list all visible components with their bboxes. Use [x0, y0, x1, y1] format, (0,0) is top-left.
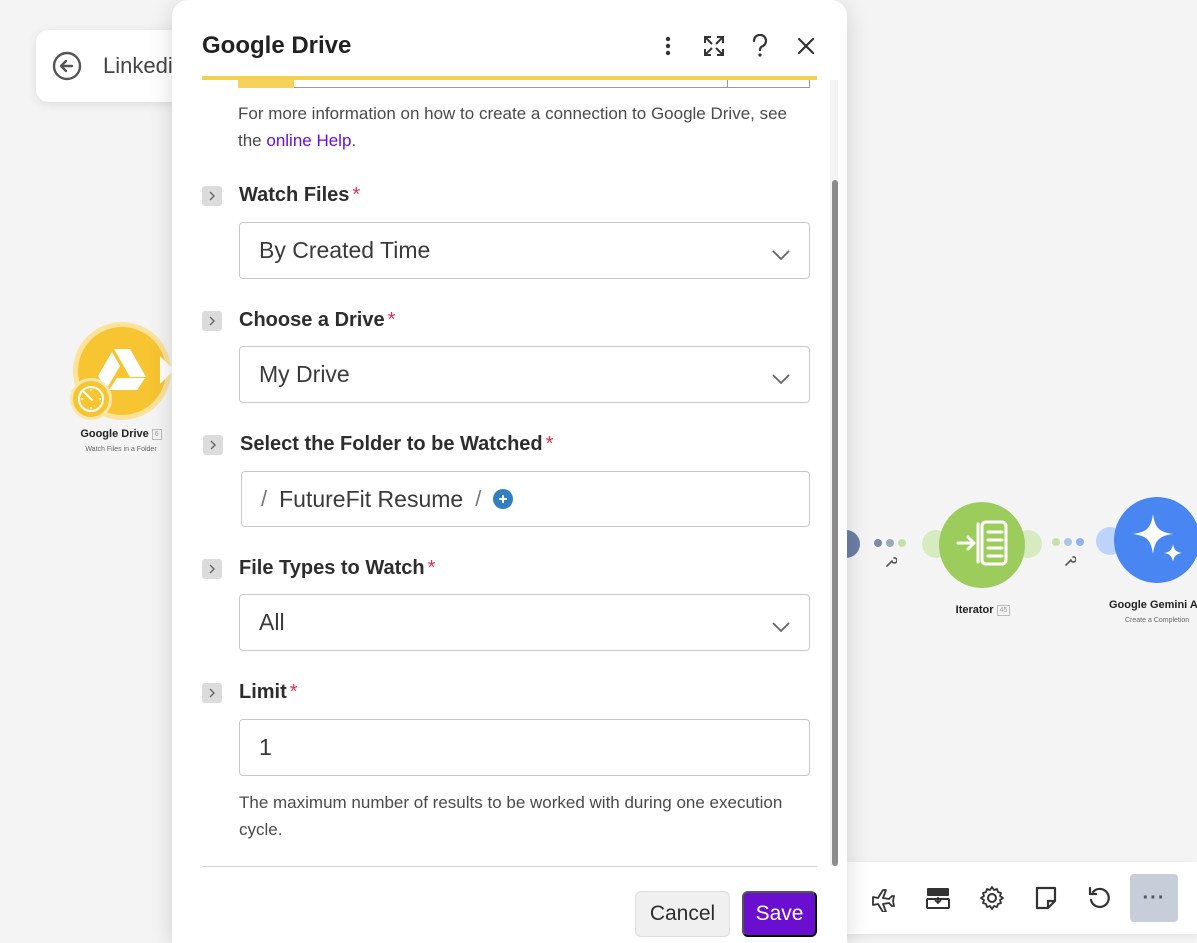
trigger-clock-icon[interactable] [70, 378, 112, 420]
folder-path-segment[interactable]: FutureFit Resume [279, 486, 463, 513]
drive-select[interactable]: My Drive [239, 346, 810, 403]
expand-icon[interactable] [701, 32, 727, 60]
sparkle-icon [1129, 510, 1185, 571]
connector-dot [1064, 538, 1072, 546]
limit-hint: The maximum number of results to be work… [239, 793, 783, 839]
wrench-icon[interactable] [886, 556, 898, 570]
online-help-link[interactable]: online Help [266, 131, 351, 150]
node-title: Google Gemini A [1109, 599, 1197, 611]
connection-help-text: For more information on how to create a … [238, 104, 788, 150]
google-gemini-module-circle[interactable] [1114, 497, 1197, 583]
connector-dot [898, 539, 906, 547]
scenario-toolbar: ··· [840, 862, 1197, 934]
limit-input[interactable]: 1 [239, 719, 810, 776]
undo-icon[interactable] [1086, 884, 1114, 912]
route-connector[interactable] [1052, 538, 1084, 546]
back-arrow-icon[interactable] [52, 51, 82, 81]
chevron-right-icon[interactable] [202, 558, 222, 579]
auto-align-icon[interactable] [924, 884, 952, 912]
wrench-icon[interactable] [1065, 555, 1077, 569]
dialog-title: Google Drive [202, 32, 352, 59]
path-separator: / [475, 486, 482, 511]
node-title: Google Drive 6 [56, 428, 186, 440]
file-types-label: File Types to Watch * [202, 557, 435, 580]
iterator-module-circle[interactable] [939, 502, 1025, 588]
file-types-select[interactable]: All [239, 594, 810, 651]
dialog-body[interactable]: For more information on how to create a … [172, 80, 847, 866]
gear-icon[interactable] [978, 884, 1006, 912]
chevron-right-icon[interactable] [202, 310, 222, 331]
kebab-menu-icon[interactable] [655, 32, 681, 60]
folder-label: Select the Folder to be Watched * [203, 433, 553, 456]
dialog-header: Google Drive [172, 0, 847, 80]
watch-files-label: Watch Files * [202, 184, 360, 207]
node-subtitle: Create a Completion [1125, 617, 1190, 624]
route-connector[interactable] [874, 539, 906, 547]
connector-dot [1052, 538, 1060, 546]
node-title: Iterator 45 [925, 604, 1041, 616]
scrollbar-thumb[interactable] [832, 180, 838, 866]
module-settings-dialog: Google Drive For more information on how… [172, 0, 847, 943]
limit-label: Limit * [202, 681, 298, 704]
connection-add-button[interactable] [238, 80, 294, 88]
note-icon[interactable] [1032, 884, 1060, 912]
airplane-icon[interactable] [870, 884, 898, 912]
field-divider [727, 80, 728, 88]
chevron-down-icon [771, 241, 791, 268]
required-asterisk: * [427, 557, 436, 579]
connector-dot [874, 539, 882, 547]
cancel-button[interactable]: Cancel [635, 891, 730, 937]
chevron-down-icon [771, 613, 791, 640]
folder-picker[interactable]: / FutureFit Resume / [241, 471, 810, 527]
node-subtitle: Watch Files in a Folder [85, 446, 157, 453]
help-icon[interactable] [747, 32, 773, 60]
connector-dot [886, 539, 894, 547]
node-id-badge: 45 [996, 604, 1011, 616]
chevron-right-icon[interactable] [202, 185, 222, 206]
chevron-down-icon [771, 365, 791, 392]
required-asterisk: * [545, 433, 554, 455]
connector-dot [1076, 538, 1084, 546]
chevron-right-icon[interactable] [202, 682, 222, 703]
required-asterisk: * [387, 309, 396, 331]
scenario-name[interactable]: Linkedi [103, 53, 173, 79]
save-button[interactable]: Save [742, 891, 817, 937]
connection-field[interactable] [238, 80, 810, 88]
close-icon[interactable] [793, 32, 819, 60]
watch-files-select[interactable]: By Created Time [239, 222, 810, 279]
required-asterisk: * [352, 184, 361, 206]
chevron-right-icon[interactable] [203, 434, 223, 455]
path-separator: / [261, 486, 268, 511]
iterator-icon [954, 518, 1010, 573]
add-subfolder-icon[interactable] [493, 489, 514, 509]
footer-divider [202, 866, 817, 867]
more-options-button[interactable]: ··· [1130, 874, 1178, 922]
node-id-badge: 6 [151, 428, 162, 440]
choose-drive-label: Choose a Drive * [202, 309, 395, 332]
required-asterisk: * [289, 681, 298, 703]
